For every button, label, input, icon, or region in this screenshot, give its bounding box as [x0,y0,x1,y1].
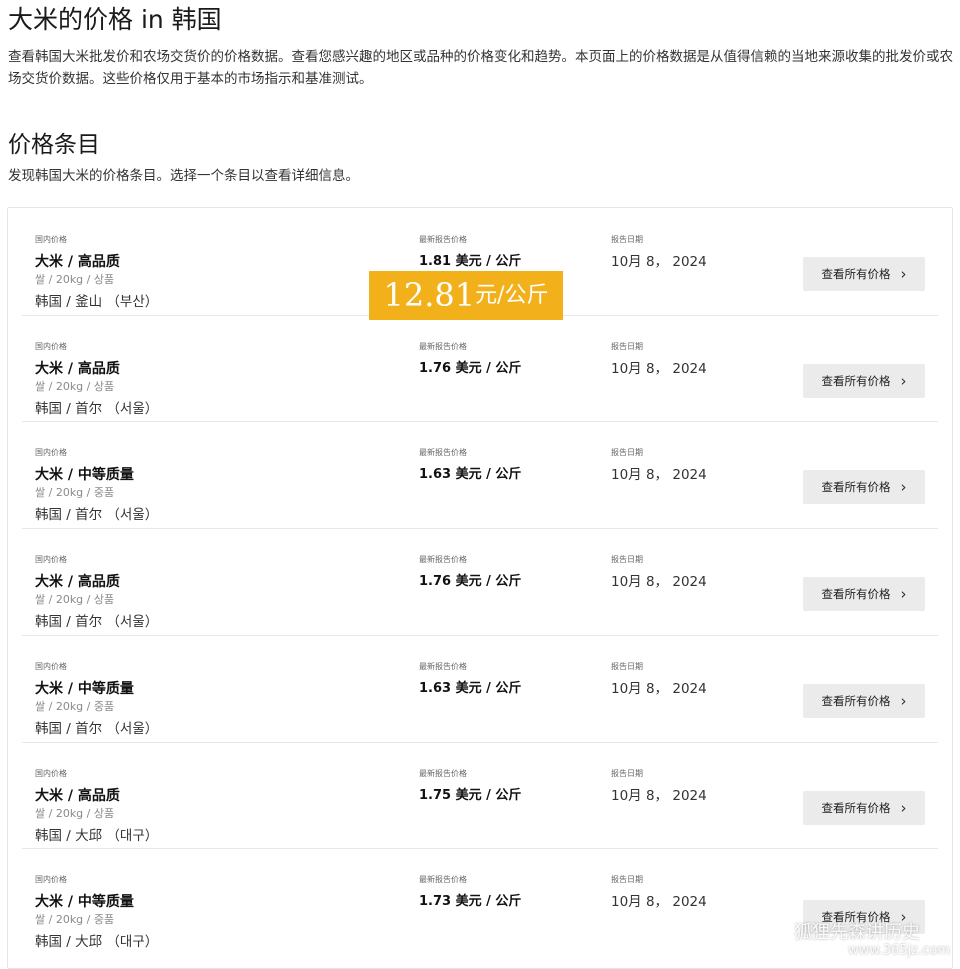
report-date-caption: 报告日期 [611,448,643,457]
latest-price-caption: 最新报告价格 [419,448,467,457]
chevron-right-icon: › [900,691,907,710]
page-intro: 查看韩国大米批发价和农场交货价的价格数据。查看您感兴趣的地区或品种的价格变化和趋… [8,49,953,87]
latest-price-caption: 最新报告价格 [419,235,467,244]
price-entry-row: 国内价格 大米 / 中等质量 쌀 / 20kg / 중품 韩国 / 首尔 （서울… [8,635,952,741]
price-entry-row: 国内价格 大米 / 高品质 쌀 / 20kg / 상품 韩国 / 大邱 （대구）… [8,742,952,848]
chevron-right-icon: › [900,371,907,390]
latest-price: 1.63 美元 / 公斤 [419,467,522,482]
product-name: 大米 / 高品质 [35,574,120,590]
view-all-prices-label: 查看所有价格 [821,374,891,388]
domestic-price-caption: 国内价格 [35,342,67,351]
view-all-prices-button[interactable]: 查看所有价格 › [803,364,925,398]
product-spec: 쌀 / 20kg / 상품 [35,593,115,606]
product-location: 韩国 / 首尔 （서울） [35,507,159,523]
converted-price-value: 12.81 [383,276,476,314]
converted-price-unit: 元/公斤 [475,283,549,308]
latest-price-caption: 最新报告价格 [419,769,467,778]
converted-price-highlight: 12.81 元/公斤 [369,271,563,320]
product-location: 韩国 / 首尔 （서울） [35,401,159,417]
latest-price-caption: 最新报告价格 [419,662,467,671]
product-name: 大米 / 高品质 [35,254,120,270]
report-date-caption: 报告日期 [611,662,643,671]
product-name: 大米 / 中等质量 [35,467,134,483]
view-all-prices-label: 查看所有价格 [821,480,891,494]
product-spec: 쌀 / 20kg / 중품 [35,486,115,499]
price-entry-row: 国内价格 大米 / 高品质 쌀 / 20kg / 상품 韩国 / 首尔 （서울）… [8,315,952,421]
chevron-right-icon: › [900,584,907,603]
report-date: 10月 8， 2024 [611,574,707,590]
domestic-price-caption: 国内价格 [35,555,67,564]
view-all-prices-button[interactable]: 查看所有价格 › [803,684,925,718]
view-all-prices-label: 查看所有价格 [821,267,891,281]
latest-price: 1.75 美元 / 公斤 [419,788,522,803]
product-name: 大米 / 中等质量 [35,894,134,910]
latest-price-caption: 最新报告价格 [419,875,467,884]
product-spec: 쌀 / 20kg / 중품 [35,913,115,926]
chevron-right-icon: › [900,798,907,817]
view-all-prices-button[interactable]: 查看所有价格 › [803,470,925,504]
domestic-price-caption: 国内价格 [35,448,67,457]
product-name: 大米 / 高品质 [35,361,120,377]
product-spec: 쌀 / 20kg / 상품 [35,807,115,820]
product-name: 大米 / 中等质量 [35,681,134,697]
product-location: 韩国 / 首尔 （서울） [35,721,159,737]
report-date: 10月 8， 2024 [611,681,707,697]
price-entry-row: 国内价格 大米 / 中等质量 쌀 / 20kg / 중품 韩国 / 首尔 （서울… [8,421,952,527]
page-title: 大米的价格 in 韩国 [8,5,222,34]
chevron-right-icon: › [900,264,907,283]
latest-price: 1.76 美元 / 公斤 [419,361,522,376]
latest-price-caption: 最新报告价格 [419,555,467,564]
report-date-caption: 报告日期 [611,342,643,351]
product-location: 韩国 / 大邱 （대구） [35,934,159,950]
domestic-price-caption: 国内价格 [35,662,67,671]
report-date: 10月 8， 2024 [611,894,707,910]
section-title: 价格条目 [8,132,100,158]
report-date: 10月 8， 2024 [611,254,707,270]
latest-price: 1.73 美元 / 公斤 [419,894,522,909]
watermark-text: 狐狸先森讲历史 [794,922,920,943]
chevron-right-icon: › [900,477,907,496]
latest-price: 1.63 美元 / 公斤 [419,681,522,696]
view-all-prices-button[interactable]: 查看所有价格 › [803,257,925,291]
latest-price-caption: 最新报告价格 [419,342,467,351]
section-description: 发现韩国大米的价格条目。选择一个条目以查看详细信息。 [8,168,359,184]
domestic-price-caption: 国内价格 [35,769,67,778]
view-all-prices-label: 查看所有价格 [821,587,891,601]
report-date-caption: 报告日期 [611,875,643,884]
product-location: 韩国 / 釜山 （부산） [35,294,159,310]
report-date-caption: 报告日期 [611,769,643,778]
price-entry-list: 国内价格 大米 / 高品质 쌀 / 20kg / 상품 韩国 / 釜山 （부산）… [7,207,953,969]
view-all-prices-button[interactable]: 查看所有价格 › [803,577,925,611]
report-date: 10月 8， 2024 [611,788,707,804]
view-all-prices-button[interactable]: 查看所有价格 › [803,791,925,825]
price-entry-row: 国内价格 大米 / 高品质 쌀 / 20kg / 상품 韩国 / 首尔 （서울）… [8,528,952,634]
product-spec: 쌀 / 20kg / 상품 [35,380,115,393]
product-location: 韩国 / 大邱 （대구） [35,828,159,844]
report-date: 10月 8， 2024 [611,467,707,483]
latest-price: 1.76 美元 / 公斤 [419,574,522,589]
product-spec: 쌀 / 20kg / 상품 [35,273,115,286]
watermark-url: www.365jz.com [848,943,950,958]
domestic-price-caption: 国内价格 [35,875,67,884]
report-date-caption: 报告日期 [611,235,643,244]
product-location: 韩国 / 首尔 （서울） [35,614,159,630]
product-spec: 쌀 / 20kg / 중품 [35,700,115,713]
product-name: 大米 / 高品质 [35,788,120,804]
domestic-price-caption: 国内价格 [35,235,67,244]
view-all-prices-label: 查看所有价格 [821,801,891,815]
report-date-caption: 报告日期 [611,555,643,564]
view-all-prices-label: 查看所有价格 [821,694,891,708]
report-date: 10月 8， 2024 [611,361,707,377]
latest-price: 1.81 美元 / 公斤 [419,254,522,269]
watermark: 狐狸先森讲历史 www.365jz.com [794,922,954,959]
